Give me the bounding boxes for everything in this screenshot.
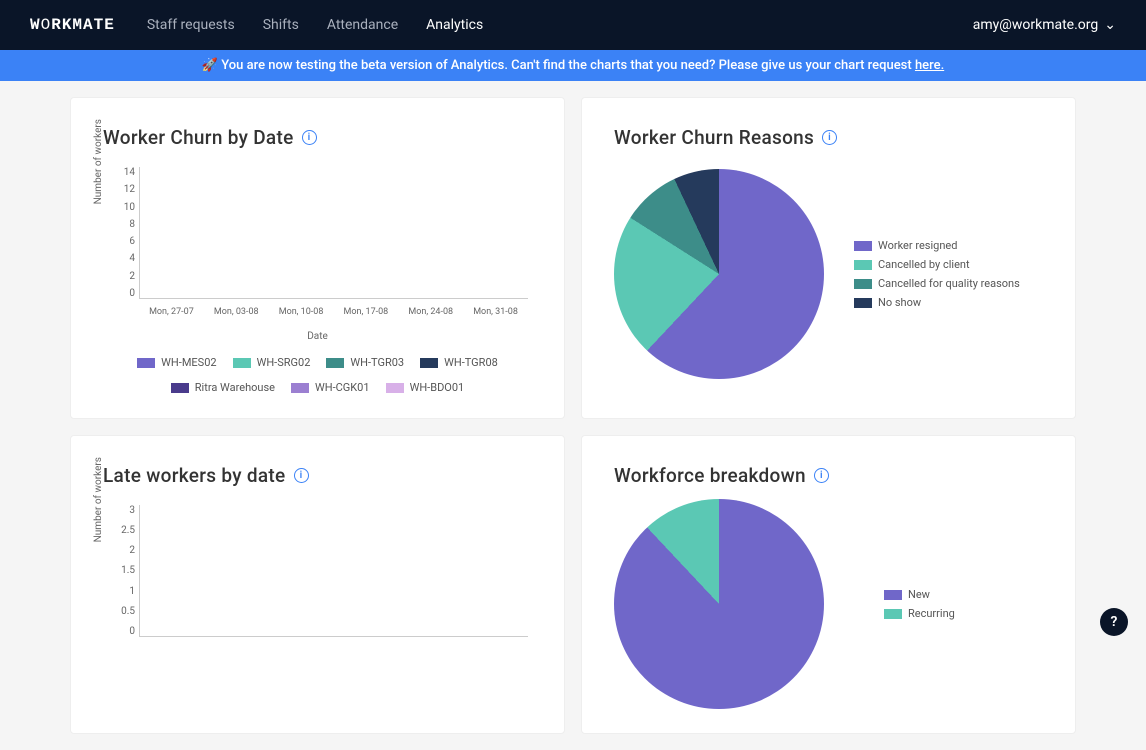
legend: WH-MES02 WH-SRG02 WH-TGR03 WH-TGR08 Ritra Wa… — [103, 356, 532, 394]
y-ticks: 32.521.510.50 — [115, 505, 135, 637]
card-workforce: Workforce breakdown i New Recurring — [581, 435, 1076, 734]
y-axis-label: Number of workers — [93, 119, 104, 204]
legend-item[interactable]: WH-SRG02 — [233, 356, 311, 369]
legend-swatch — [884, 590, 902, 600]
legend-swatch — [854, 298, 872, 308]
bars — [140, 505, 528, 636]
banner-link[interactable]: here. — [915, 58, 944, 73]
chevron-down-icon: ⌄ — [1104, 17, 1116, 33]
legend-label: Worker resigned — [878, 239, 957, 252]
card-churn-reasons: Worker Churn Reasons i Worker resigned Ca… — [581, 97, 1076, 419]
dashboard-grid: Worker Churn by Date i Number of workers… — [0, 81, 1146, 750]
bars — [140, 167, 528, 298]
legend-item[interactable]: WH-TGR08 — [420, 356, 498, 369]
chart-churn-reasons: Worker resigned Cancelled by client Cancel… — [614, 169, 1043, 379]
legend-swatch — [326, 358, 344, 368]
card-title: Late workers by date i — [103, 464, 532, 487]
plot-area — [139, 505, 528, 637]
card-title: Worker Churn by Date i — [103, 126, 532, 149]
nav-shifts[interactable]: Shifts — [263, 17, 299, 33]
legend-swatch — [420, 358, 438, 368]
x-axis-label: Date — [103, 331, 532, 342]
nav-attendance[interactable]: Attendance — [327, 17, 398, 33]
legend-swatch — [854, 279, 872, 289]
user-menu[interactable]: amy@workmate.org ⌄ — [973, 17, 1116, 33]
card-late-workers: Late workers by date i Number of workers… — [70, 435, 565, 734]
card-title: Worker Churn Reasons i — [614, 126, 1043, 149]
title-text: Worker Churn Reasons — [614, 126, 814, 149]
legend-item[interactable]: WH-MES02 — [137, 356, 216, 369]
legend-swatch — [884, 609, 902, 619]
pie-chart — [614, 169, 824, 379]
pie-chart — [614, 499, 824, 709]
nav-staff-requests[interactable]: Staff requests — [147, 17, 235, 33]
legend-swatch — [386, 383, 404, 393]
logo[interactable]: WORKMATE — [30, 16, 115, 34]
user-email: amy@workmate.org — [973, 17, 1098, 33]
title-text: Worker Churn by Date — [103, 126, 294, 149]
plot-area — [139, 167, 528, 299]
beta-banner: 🚀 You are now testing the beta version o… — [0, 50, 1146, 81]
info-icon[interactable]: i — [822, 130, 837, 145]
nav-items: Staff requests Shifts Attendance Analyti… — [147, 17, 483, 33]
help-button[interactable]: ? — [1100, 608, 1128, 636]
y-ticks: 14121086420 — [115, 167, 135, 299]
legend-item[interactable]: Cancelled for quality reasons — [854, 277, 1020, 290]
legend-label: WH-TGR08 — [444, 356, 498, 369]
chart-churn-by-date: Number of workers 14121086420 Mon, 27-07… — [103, 167, 532, 327]
legend-label: Cancelled by client — [878, 258, 970, 271]
legend-item[interactable]: Worker resigned — [854, 239, 1020, 252]
legend-swatch — [291, 383, 309, 393]
info-icon[interactable]: i — [302, 130, 317, 145]
legend-item[interactable]: New — [884, 588, 955, 601]
nav-analytics[interactable]: Analytics — [426, 17, 483, 33]
legend-item[interactable]: Ritra Warehouse — [171, 381, 275, 394]
legend-swatch — [233, 358, 251, 368]
x-ticks: Mon, 27-07Mon, 03-08Mon, 10-08Mon, 17-08… — [139, 307, 528, 317]
legend-item[interactable]: WH-CGK01 — [291, 381, 370, 394]
legend-item[interactable]: WH-BDO01 — [386, 381, 465, 394]
legend-label: WH-TGR03 — [350, 356, 404, 369]
legend-item[interactable]: Cancelled by client — [854, 258, 1020, 271]
legend-label: Ritra Warehouse — [195, 381, 275, 394]
title-text: Late workers by date — [103, 464, 286, 487]
legend-swatch — [171, 383, 189, 393]
card-title: Workforce breakdown i — [614, 464, 1043, 487]
banner-text: You are now testing the beta version of … — [221, 58, 915, 73]
legend-item[interactable]: WH-TGR03 — [326, 356, 404, 369]
legend-label: WH-MES02 — [161, 356, 216, 369]
legend: New Recurring — [884, 588, 955, 620]
legend-swatch — [137, 358, 155, 368]
info-icon[interactable]: i — [814, 468, 829, 483]
info-icon[interactable]: i — [294, 468, 309, 483]
legend-label: No show — [878, 296, 921, 309]
banner-emoji: 🚀 — [202, 58, 218, 73]
legend-label: Recurring — [908, 607, 955, 620]
legend-label: New — [908, 588, 930, 601]
top-nav-left: WORKMATE Staff requests Shifts Attendanc… — [30, 16, 483, 34]
legend-label: WH-CGK01 — [315, 381, 370, 394]
chart-workforce: New Recurring — [614, 499, 1043, 709]
chart-late-workers: Number of workers 32.521.510.50 — [103, 505, 532, 665]
legend-label: Cancelled for quality reasons — [878, 277, 1020, 290]
legend-item[interactable]: No show — [854, 296, 1020, 309]
title-text: Workforce breakdown — [614, 464, 806, 487]
legend-label: WH-SRG02 — [257, 356, 311, 369]
y-axis-label: Number of workers — [93, 457, 104, 542]
legend-swatch — [854, 241, 872, 251]
top-nav: WORKMATE Staff requests Shifts Attendanc… — [0, 0, 1146, 50]
legend-item[interactable]: Recurring — [884, 607, 955, 620]
legend: Worker resigned Cancelled by client Cancel… — [854, 239, 1020, 309]
card-churn-by-date: Worker Churn by Date i Number of workers… — [70, 97, 565, 419]
legend-swatch — [854, 260, 872, 270]
legend-label: WH-BDO01 — [410, 381, 465, 394]
